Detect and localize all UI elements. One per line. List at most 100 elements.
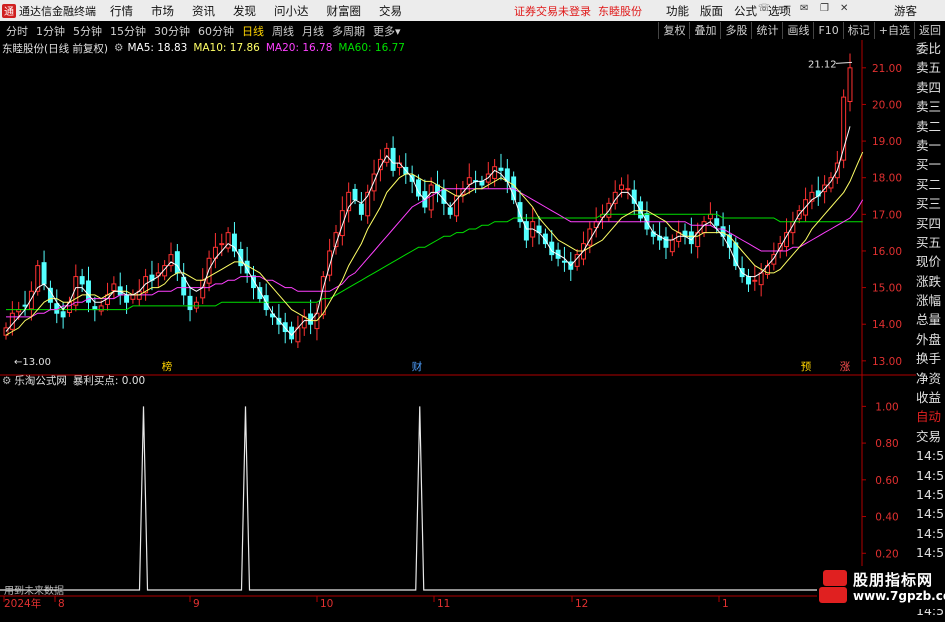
candle-body — [841, 96, 847, 161]
candle-body — [124, 294, 130, 303]
y-tick-label: 15.00 — [872, 283, 902, 295]
tool-multi-stock[interactable]: 多股 — [720, 22, 751, 39]
menu-item-discover[interactable]: 发现 — [233, 3, 256, 19]
quote-label: 涨幅 — [916, 292, 945, 312]
y-tick-label: 19.00 — [872, 136, 902, 148]
period-monthly[interactable]: 月线 — [302, 23, 324, 39]
menu-item-quotes[interactable]: 行情 — [110, 3, 133, 19]
menu-item-ask[interactable]: 问小达 — [274, 3, 309, 19]
candle-body — [98, 305, 104, 312]
candle-body — [41, 262, 47, 285]
period-toolbar: 分时 1分钟 5分钟 15分钟 30分钟 60分钟 日线 周线 月线 多周期 更… — [0, 21, 945, 41]
quote-label: 14:56 — [916, 447, 945, 467]
candle-body — [752, 279, 758, 282]
period-60min[interactable]: 60分钟 — [198, 23, 234, 39]
quote-label: 涨跌 — [916, 273, 945, 293]
period-weekly[interactable]: 周线 — [272, 23, 294, 39]
candle-body — [130, 294, 136, 300]
quote-label: 卖四 — [916, 79, 945, 99]
no-future-note: 用到未来数据 — [4, 586, 64, 597]
minimize-icon[interactable]: ▭ — [778, 3, 787, 14]
menu-item-formula[interactable]: 公式 — [734, 3, 757, 19]
period-more[interactable]: 更多▾ — [373, 23, 401, 39]
period-30min[interactable]: 30分钟 — [154, 23, 190, 39]
menu-bar: 通 通达信金融终端 行情 市场 资讯 发现 问小达 财富圈 交易 证券交易未登录… — [0, 0, 945, 21]
candle-body — [352, 188, 358, 201]
menu-item-layout[interactable]: 版面 — [700, 3, 723, 19]
kline-chart-area[interactable]: 21.00 20.00 19.00 18.00 17.00 16.00 15.00 14.00… — [0, 40, 916, 609]
candle-body — [193, 301, 199, 309]
quote-label: 现价 — [916, 253, 945, 273]
event-marker: 预 — [801, 361, 812, 373]
tool-back[interactable]: 返回 — [914, 22, 945, 39]
period-daily[interactable]: 日线 — [242, 23, 264, 39]
menu-item-wealth-circle[interactable]: 财富圈 — [327, 3, 362, 19]
quote-label: 换手 — [916, 350, 945, 370]
y-tick-label: 13.00 — [872, 356, 902, 368]
period-multi[interactable]: 多周期 — [332, 23, 365, 39]
user-label[interactable]: 游客 — [894, 3, 917, 19]
candle-body — [758, 272, 764, 286]
quote-label: 14:56 — [916, 486, 945, 506]
candle-body — [466, 177, 472, 185]
period-intraday[interactable]: 分时 — [6, 23, 28, 39]
candle-body — [847, 67, 853, 103]
menu-item-trade[interactable]: 交易 — [379, 3, 402, 19]
menu-item-function[interactable]: 功能 — [666, 3, 689, 19]
stock-title[interactable]: 东睦股份(日线 前复权) — [2, 41, 108, 56]
tool-adjust[interactable]: 复权 — [658, 22, 689, 39]
menu-item-news[interactable]: 资讯 — [192, 3, 215, 19]
high-price-label: 21.12 — [808, 59, 837, 70]
app-title: 通达信金融终端 — [19, 4, 96, 18]
tool-f10[interactable]: F10 — [813, 22, 842, 39]
tool-statistics[interactable]: 统计 — [751, 22, 782, 39]
candle-body — [454, 195, 460, 217]
indicator-settings-icon[interactable]: ⚙ — [2, 375, 11, 387]
tool-mark[interactable]: 标记 — [842, 22, 874, 39]
tool-add-watchlist[interactable]: +自选 — [873, 22, 914, 39]
restore-icon[interactable]: ❐ — [820, 3, 829, 14]
candle-body — [479, 180, 485, 186]
y-tick-label: 16.00 — [872, 246, 902, 258]
tool-overlay[interactable]: 叠加 — [689, 22, 720, 39]
event-marker: 财 — [412, 360, 423, 373]
period-1min[interactable]: 1分钟 — [36, 23, 65, 39]
x-tick-label: 9 — [193, 598, 200, 609]
candle-body — [745, 276, 751, 285]
y-tick-label: 18.00 — [872, 173, 902, 185]
quote-label: 卖三 — [916, 98, 945, 118]
customer-service-icon[interactable]: ☏ — [758, 3, 771, 14]
indicator-name[interactable]: 乐淘公式网 — [14, 373, 67, 388]
menu-item-market[interactable]: 市场 — [151, 3, 174, 19]
indicator-y-tick-label: 0.80 — [875, 438, 898, 450]
login-warning[interactable]: 证券交易未登录 东睦股份 — [514, 3, 642, 19]
candle-body — [60, 311, 66, 318]
close-icon[interactable]: ✕ — [840, 3, 848, 14]
quote-panel: 委比 卖五 卖四 卖三 卖二 卖一 买一 买二 买三 买四 买五 现价 涨跌 涨幅 总量 外盘 换手 净资 收益 自动… — [916, 40, 945, 622]
indicator-legend: ⚙ 乐淘公式网 暴利买点: 0.00 — [0, 373, 145, 388]
candle-body — [9, 312, 15, 330]
candle-body — [663, 236, 669, 248]
ma60-label: MA60: 16.77 — [338, 42, 405, 54]
watermark-title: 股朋指标网 — [853, 571, 934, 589]
period-5min[interactable]: 5分钟 — [73, 23, 102, 39]
y-tick-label: 21.00 — [872, 63, 902, 75]
x-tick-label: 1 — [722, 598, 729, 609]
quote-label: 14:56 — [916, 505, 945, 525]
candle-body — [625, 188, 631, 191]
y-tick-label: 17.00 — [872, 209, 902, 221]
quote-label: 卖一 — [916, 137, 945, 157]
x-tick-label: 12 — [575, 598, 588, 609]
settings-icon[interactable]: ⚙ — [114, 42, 123, 54]
quote-label: 买四 — [916, 215, 945, 234]
quote-label: 买三 — [916, 195, 945, 215]
candle-body — [561, 260, 567, 263]
quote-label: 委比 — [916, 40, 945, 60]
candle-body — [707, 213, 713, 220]
quote-label: 收益 — [916, 389, 945, 409]
y-tick-label: 20.00 — [872, 99, 902, 111]
period-15min[interactable]: 15分钟 — [110, 23, 146, 39]
mail-icon[interactable]: ✉ — [800, 3, 808, 14]
tool-draw[interactable]: 画线 — [782, 22, 813, 39]
quote-label: 买一 — [916, 156, 945, 176]
